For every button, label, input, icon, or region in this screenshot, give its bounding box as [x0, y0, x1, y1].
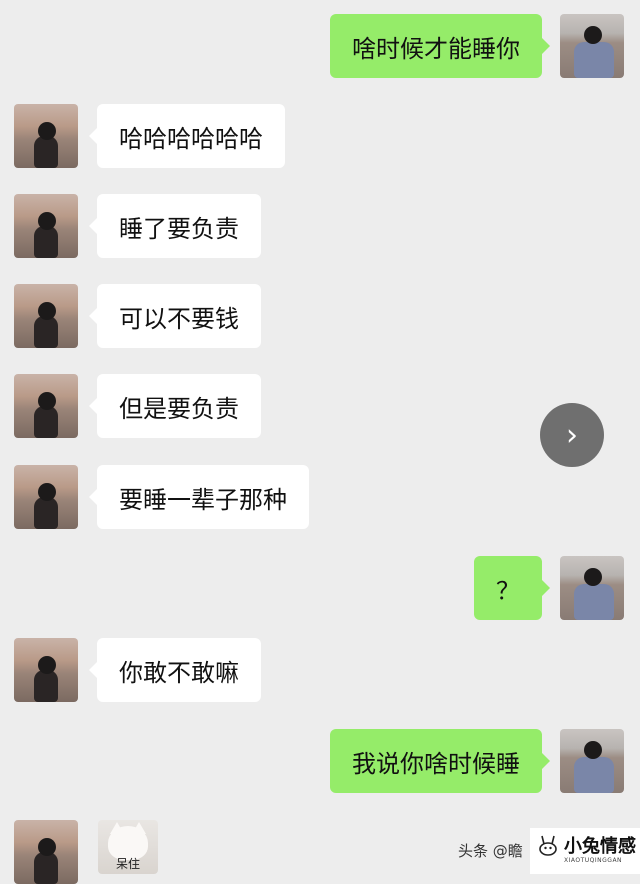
contact-avatar[interactable] — [14, 284, 78, 348]
sticker-message[interactable]: 呆住 — [98, 820, 158, 874]
contact-avatar[interactable] — [14, 104, 78, 168]
message-row: 我说你啥时候睡 — [0, 729, 640, 793]
message-row: ？ — [0, 556, 640, 620]
message-bubble-contact[interactable]: 睡了要负责 — [89, 194, 261, 258]
brand-subtitle: XIAOTUQINGGAN — [564, 857, 623, 864]
message-bubble-contact[interactable]: 可以不要钱 — [89, 284, 261, 348]
message-row: 啥时候才能睡你 — [0, 14, 640, 78]
contact-avatar[interactable] — [14, 465, 78, 529]
message-bubble-self[interactable]: ？ — [474, 556, 550, 620]
message-row: 要睡一辈子那种 — [0, 465, 640, 529]
message-row: 睡了要负责 — [0, 194, 640, 258]
rabbit-logo-icon — [539, 835, 557, 856]
message-row: 可以不要钱 — [0, 284, 640, 348]
brand-name: 小兔情感 — [564, 836, 636, 857]
brand-logo: 小兔情感 XIAOTUQINGGAN — [530, 828, 640, 874]
message-bubble-contact[interactable]: 要睡一辈子那种 — [89, 465, 309, 529]
chevron-right-icon: › — [566, 417, 578, 453]
message-bubble-contact[interactable]: 你敢不敢嘛 — [89, 638, 261, 702]
message-bubble-contact[interactable]: 但是要负责 — [89, 374, 261, 438]
watermark-text: 头条 @瞻 — [458, 842, 523, 860]
contact-avatar[interactable] — [14, 374, 78, 438]
message-bubble-contact[interactable]: 哈哈哈哈哈哈 — [89, 104, 285, 168]
message-row: 哈哈哈哈哈哈 — [0, 104, 640, 168]
message-row: 你敢不敢嘛 — [0, 638, 640, 702]
message-bubble-self[interactable]: 我说你啥时候睡 — [330, 729, 550, 793]
next-button[interactable]: › — [540, 403, 604, 467]
self-avatar[interactable] — [560, 556, 624, 620]
sticker-label: 呆住 — [115, 857, 140, 871]
message-bubble-self[interactable]: 啥时候才能睡你 — [330, 14, 550, 78]
contact-avatar[interactable] — [14, 638, 78, 702]
self-avatar[interactable] — [560, 729, 624, 793]
contact-avatar[interactable] — [14, 194, 78, 258]
contact-avatar[interactable] — [14, 820, 78, 884]
self-avatar[interactable] — [560, 14, 624, 78]
